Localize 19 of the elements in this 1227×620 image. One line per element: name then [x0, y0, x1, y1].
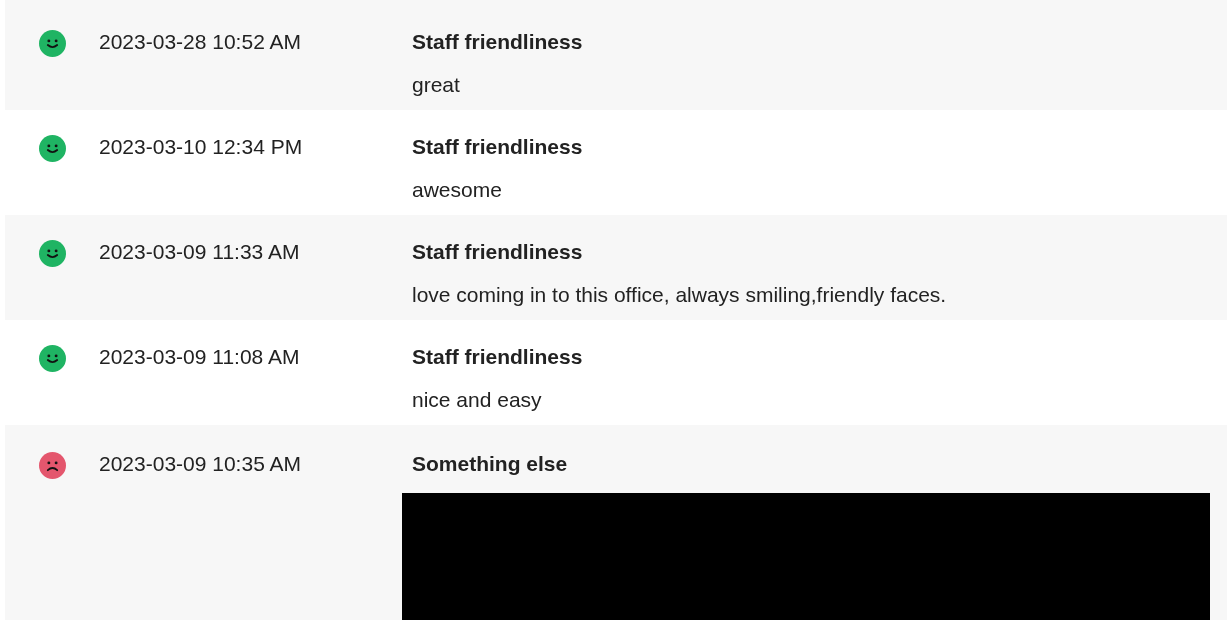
smiley-icon [38, 30, 66, 57]
timestamp: 2023-03-09 10:35 AM [99, 451, 301, 477]
smiley-icon [38, 240, 66, 267]
comment-text: nice and easy [412, 387, 542, 413]
smiley-icon [38, 135, 66, 162]
topic-title: Something else [412, 452, 568, 475]
frown-icon [38, 452, 66, 479]
topic-title: Staff friendliness [412, 30, 583, 53]
timestamp: 2023-03-09 11:33 AM [99, 239, 300, 265]
topic-title: Staff friendliness [412, 240, 583, 263]
timestamp: 2023-03-28 10:52 AM [99, 29, 301, 55]
timestamp: 2023-03-10 12:34 PM [99, 134, 303, 160]
timestamp: 2023-03-09 11:08 AM [99, 344, 300, 370]
smiley-icon [38, 345, 66, 372]
topic-title: Staff friendliness [412, 345, 583, 368]
comment-text: love coming in to this office, always smiling,friendly faces. [412, 282, 947, 308]
comment-text: awesome [412, 177, 502, 203]
topic-title: Staff friendliness [412, 135, 583, 158]
comment-text: great [412, 72, 460, 98]
